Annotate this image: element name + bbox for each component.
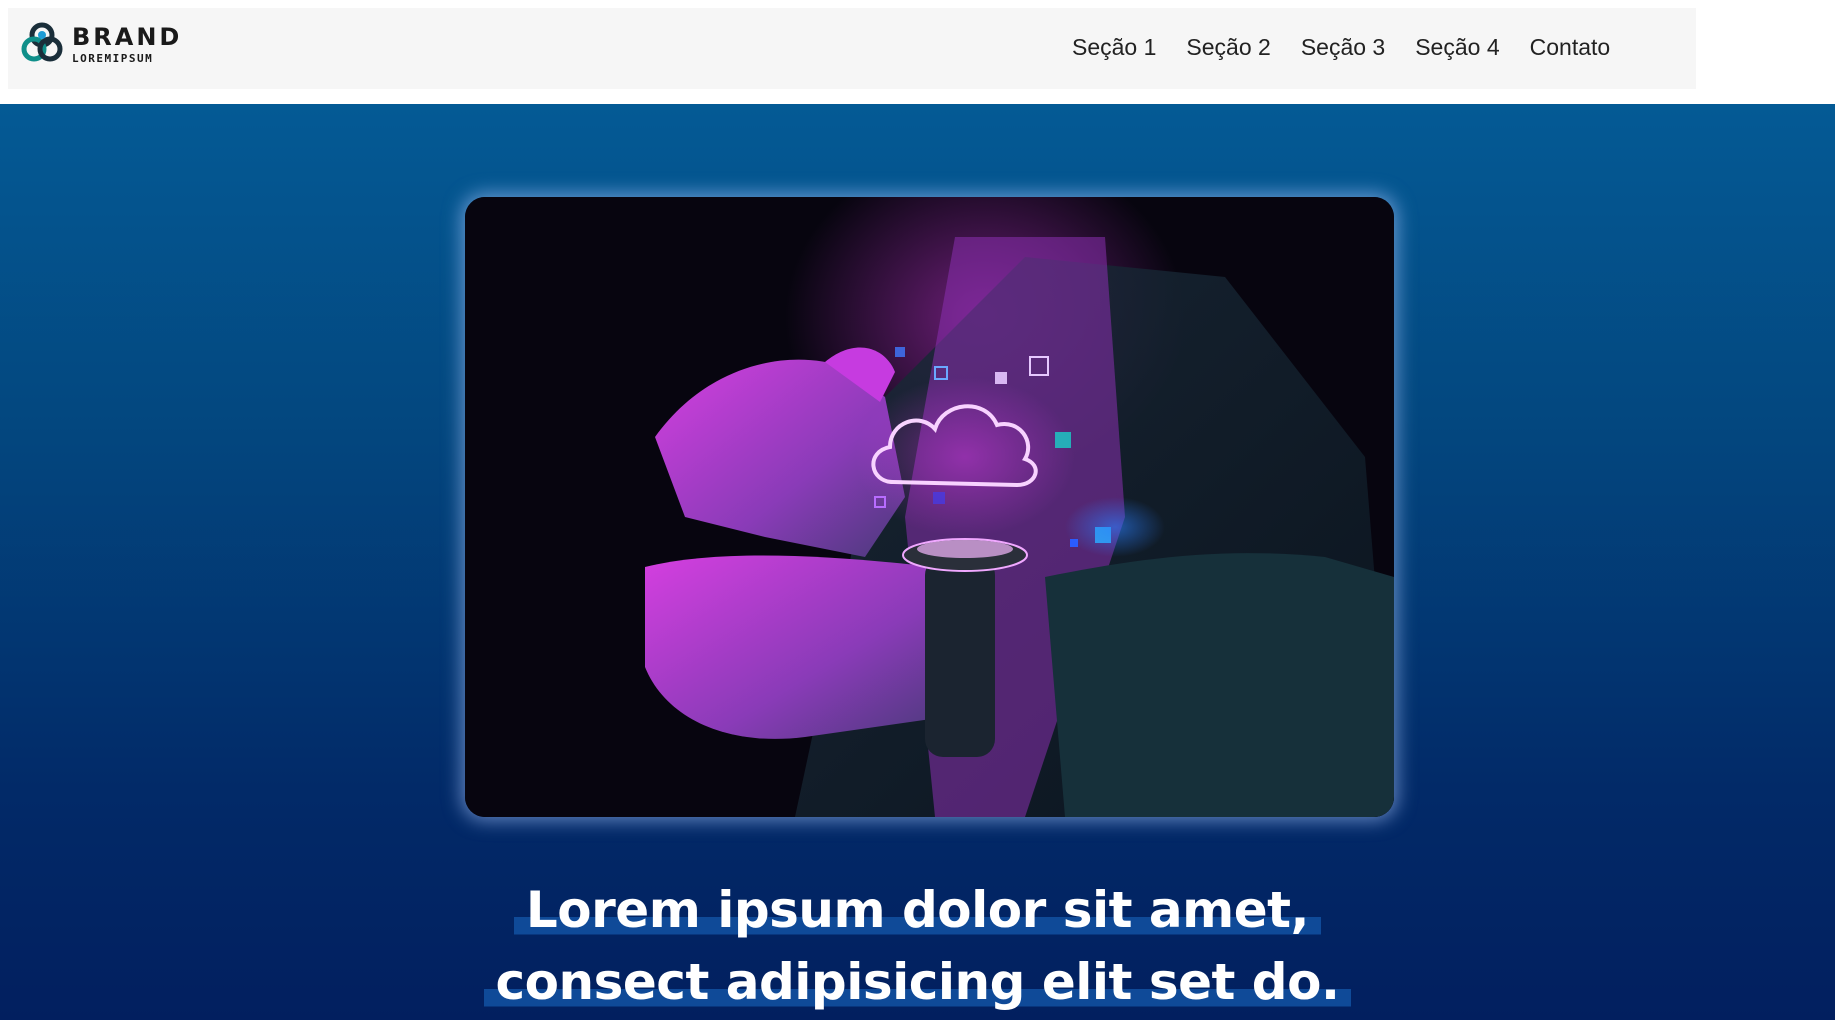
- interlocking-rings-icon: [21, 22, 63, 62]
- nav-item-secao-3[interactable]: Seção 3: [1301, 34, 1385, 61]
- main-nav: Seção 1 Seção 2 Seção 3 Seção 4 Contato: [1072, 34, 1640, 61]
- brand-tagline: LOREMIPSUM: [72, 51, 154, 65]
- nav-item-secao-2[interactable]: Seção 2: [1186, 34, 1270, 61]
- site-header: BRAND LOREMIPSUM Seção 1 Seção 2 Seção 3…: [8, 8, 1696, 89]
- hero-section: Lorem ipsum dolor sit amet, consect adip…: [0, 104, 1835, 1020]
- hero-headline: Lorem ipsum dolor sit amet, consect adip…: [0, 874, 1835, 1018]
- brand-text: BRAND LOREMIPSUM: [72, 25, 182, 64]
- hero-image: [465, 197, 1394, 817]
- nav-item-contato[interactable]: Contato: [1530, 34, 1611, 61]
- headline-line-1: Lorem ipsum dolor sit amet,: [513, 881, 1322, 939]
- brand-logo[interactable]: BRAND LOREMIPSUM: [18, 20, 182, 68]
- brand-name: BRAND: [72, 22, 183, 51]
- nav-item-secao-4[interactable]: Seção 4: [1415, 34, 1499, 61]
- nav-item-secao-1[interactable]: Seção 1: [1072, 34, 1156, 61]
- smartwatch-cloud-hologram-illustration: [465, 197, 1394, 817]
- headline-line-2: consect adipisicing elit set do.: [483, 953, 1352, 1011]
